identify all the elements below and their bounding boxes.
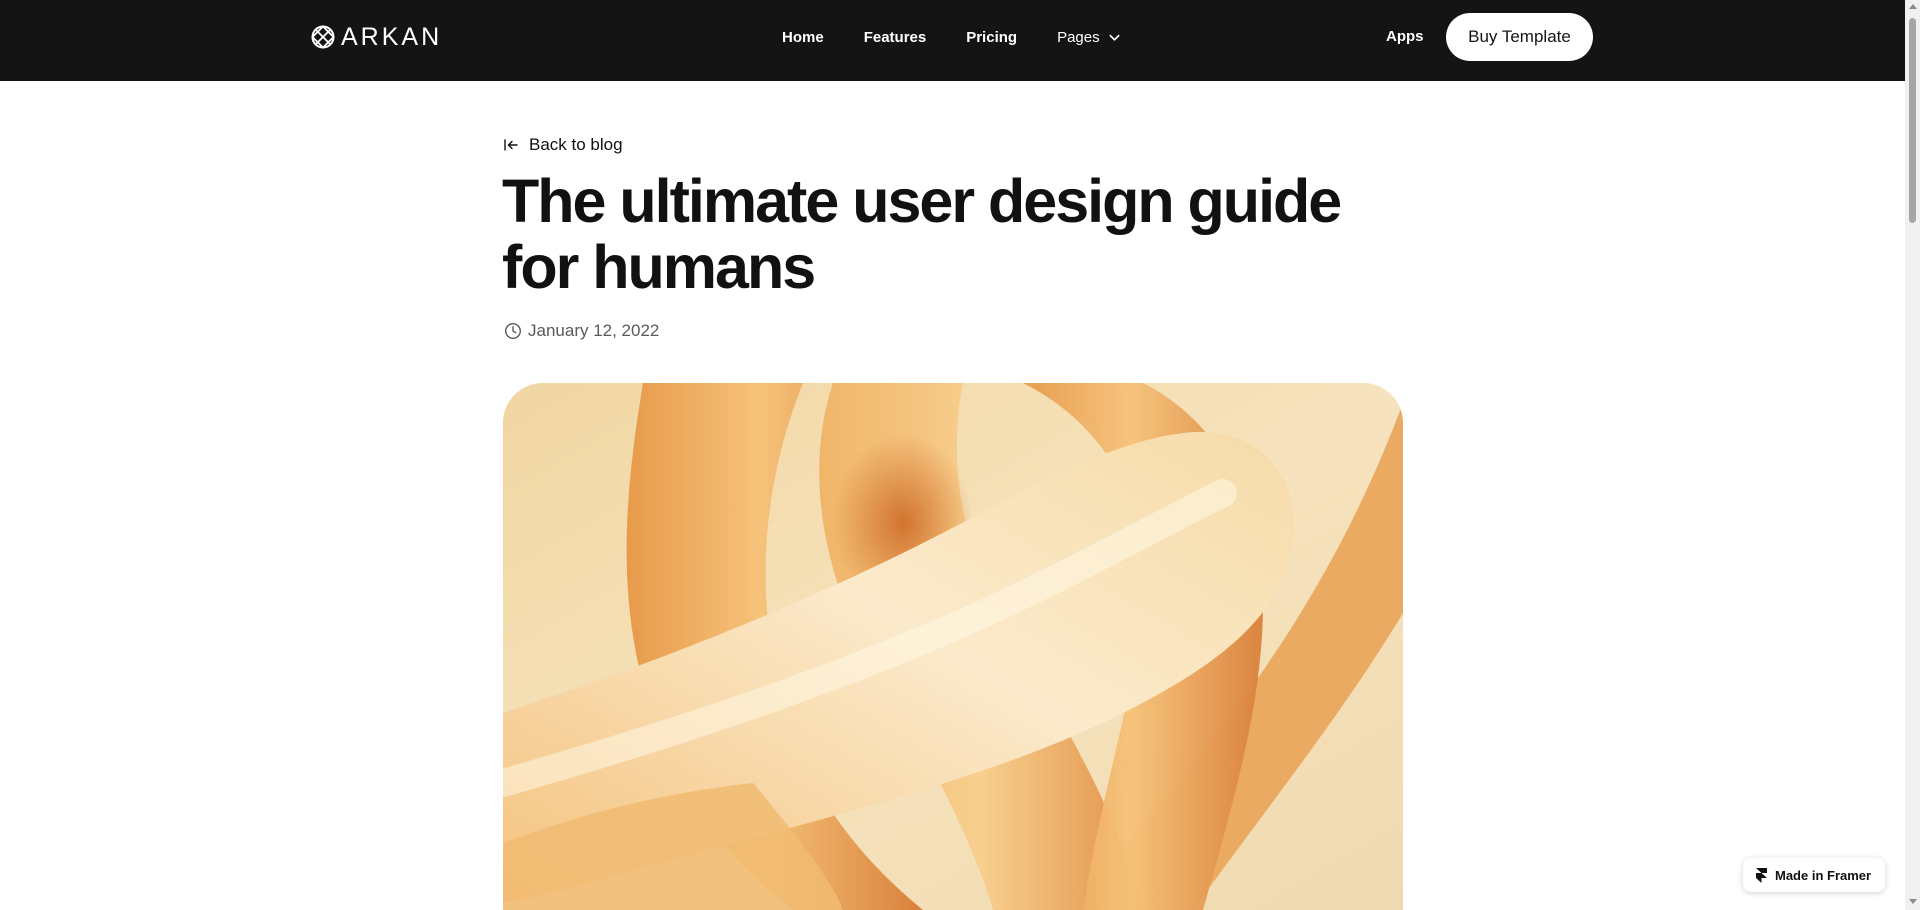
back-to-blog-link[interactable]: Back to blog	[503, 133, 623, 157]
made-in-framer-badge[interactable]: Made in Framer	[1743, 858, 1885, 892]
brand-name: ARKAN	[341, 22, 443, 51]
chevron-down-icon	[1109, 34, 1120, 41]
framer-icon	[1756, 867, 1767, 883]
made-in-framer-label: Made in Framer	[1775, 867, 1872, 883]
clock-icon	[504, 322, 522, 340]
main-nav: Home Features Pricing Pages	[782, 26, 1121, 48]
nav-pages-dropdown[interactable]: Pages	[1057, 29, 1121, 46]
back-to-blog-label: Back to blog	[529, 135, 623, 154]
article-date-text: January 12, 2022	[528, 321, 660, 340]
brand-logo[interactable]: ARKAN	[311, 23, 442, 51]
nav-pricing-link[interactable]: Pricing	[966, 29, 1017, 46]
scroll-up-arrow-icon[interactable]	[1909, 4, 1917, 9]
buy-template-button[interactable]: Buy Template	[1446, 13, 1593, 61]
page-scrollbar[interactable]	[1905, 0, 1920, 910]
orange-abstract-tubes-image	[503, 383, 1403, 910]
scrollbar-thumb[interactable]	[1909, 18, 1916, 223]
nav-pages-label: Pages	[1057, 28, 1100, 46]
nav-home-link[interactable]: Home	[782, 29, 824, 46]
arkan-logo-icon	[311, 25, 335, 49]
article-date: January 12, 2022	[504, 319, 659, 343]
scroll-down-arrow-icon[interactable]	[1909, 899, 1917, 904]
top-navbar: ARKAN Home Features Pricing Pages Apps B…	[0, 0, 1905, 81]
arrow-left-to-line-icon	[504, 139, 518, 151]
nav-apps-link[interactable]: Apps	[1386, 28, 1424, 45]
nav-features-link[interactable]: Features	[864, 29, 927, 46]
article-title: The ultimate user design guide for human…	[502, 167, 1342, 301]
